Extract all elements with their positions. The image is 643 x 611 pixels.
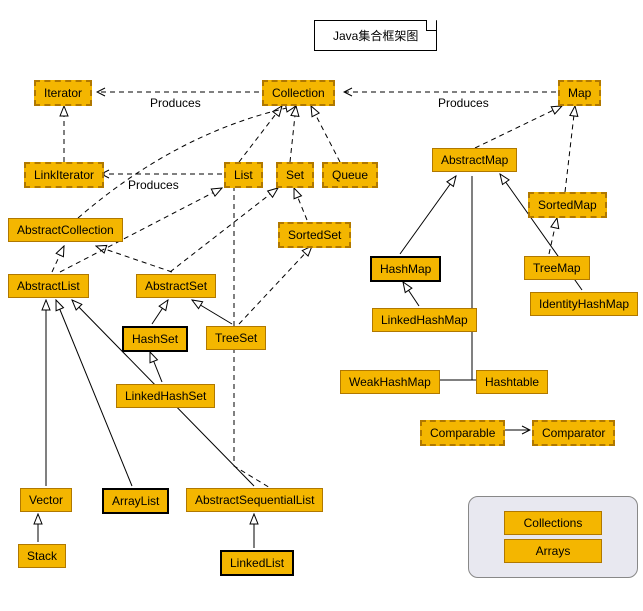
diagram-canvas: Java集合框架图 Produces Produces Produces Ite… (0, 0, 643, 611)
node-linkiterator: LinkIterator (24, 162, 104, 188)
node-identityhashmap: IdentityHashMap (530, 292, 638, 316)
legend-panel: Collections Arrays (468, 496, 638, 578)
node-hashmap: HashMap (370, 256, 441, 282)
node-iterator: Iterator (34, 80, 92, 106)
node-linkedhashset: LinkedHashSet (116, 384, 215, 408)
node-arraylist: ArrayList (102, 488, 169, 514)
diagram-title: Java集合框架图 (314, 20, 437, 51)
produces-label-2: Produces (438, 96, 489, 110)
node-stack: Stack (18, 544, 66, 568)
node-hashset: HashSet (122, 326, 188, 352)
node-abstractset: AbstractSet (136, 274, 216, 298)
node-list: List (224, 162, 263, 188)
node-linkedlist: LinkedList (220, 550, 294, 576)
node-vector: Vector (20, 488, 72, 512)
node-sortedset: SortedSet (278, 222, 351, 248)
node-weakhashmap: WeakHashMap (340, 370, 440, 394)
legend-arrays: Arrays (504, 539, 602, 563)
node-abstractsequentiallist: AbstractSequentialList (186, 488, 323, 512)
legend-collections: Collections (504, 511, 602, 535)
node-map: Map (558, 80, 601, 106)
node-collection: Collection (262, 80, 335, 106)
node-treeset: TreeSet (206, 326, 266, 350)
produces-label-3: Produces (128, 178, 179, 192)
node-comparable: Comparable (420, 420, 505, 446)
node-treemap: TreeMap (524, 256, 590, 280)
title-text: Java集合框架图 (333, 29, 418, 43)
node-abstractmap: AbstractMap (432, 148, 517, 172)
produces-label-1: Produces (150, 96, 201, 110)
node-set: Set (276, 162, 314, 188)
node-hashtable: Hashtable (476, 370, 548, 394)
node-abstractcollection: AbstractCollection (8, 218, 123, 242)
node-queue: Queue (322, 162, 378, 188)
node-sortedmap: SortedMap (528, 192, 607, 218)
node-linkedhashmap: LinkedHashMap (372, 308, 477, 332)
node-abstractlist: AbstractList (8, 274, 89, 298)
node-comparator: Comparator (532, 420, 615, 446)
